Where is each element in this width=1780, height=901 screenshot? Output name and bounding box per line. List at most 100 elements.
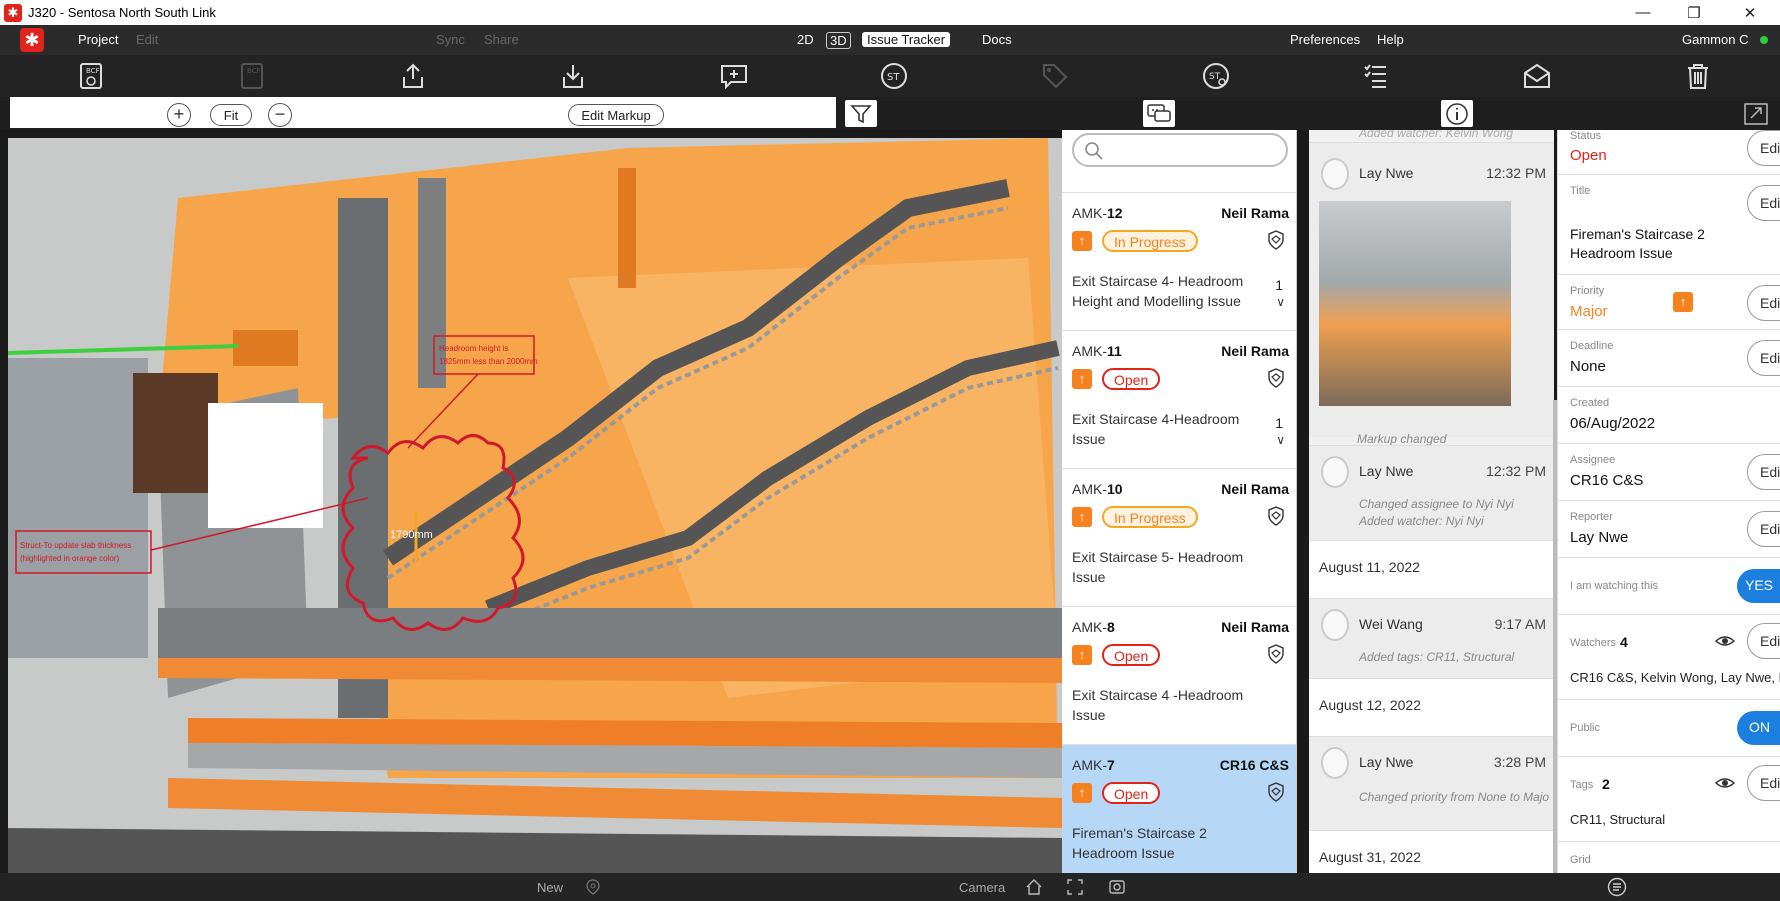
zoom-in-button[interactable]: + <box>167 103 191 127</box>
st-icon[interactable]: ST <box>879 61 909 91</box>
model-link-icon[interactable] <box>1267 230 1285 250</box>
download-icon[interactable] <box>558 61 588 91</box>
minimize-button[interactable]: — <box>1620 0 1666 25</box>
zoom-out-button[interactable]: − <box>268 103 292 127</box>
grid-label: Grid <box>1570 854 1591 866</box>
model-link-icon[interactable] <box>1267 368 1285 388</box>
checklist-icon[interactable] <box>1361 61 1391 91</box>
struct-note-line2: (highlighted in orange color) <box>20 554 120 563</box>
edit-title-button[interactable]: Edi <box>1747 185 1780 221</box>
edit-markup-button[interactable]: Edit Markup <box>568 104 664 126</box>
model-link-icon[interactable] <box>1267 644 1285 664</box>
home-icon[interactable] <box>1025 878 1043 896</box>
info-icon <box>1446 102 1468 125</box>
issue-card[interactable]: AMK-11 Neil Rama ↑ Open Exit Staircase 4-Hea… <box>1062 330 1296 468</box>
activity-date: August 31, 2022 <box>1309 830 1554 873</box>
tags-count: 2 <box>1602 776 1610 792</box>
edit-deadline-button[interactable]: Edi <box>1747 340 1780 376</box>
activity-top-note: Added watcher: Kelvin Wong <box>1359 130 1514 140</box>
issue-code: AMK-7 <box>1072 757 1115 773</box>
fit-view-icon[interactable] <box>1066 878 1084 896</box>
chevron-down-icon[interactable]: ∨ <box>1276 433 1285 447</box>
activity-author: Wei Wang <box>1359 616 1423 632</box>
3d-model-render[interactable]: Headroom height is 1825mm less than 2000… <box>8 138 1063 873</box>
chevron-down-icon[interactable]: ∨ <box>1276 295 1285 309</box>
docs-tab[interactable]: Docs <box>982 32 1012 47</box>
menu-bar: ✱ Project Edit Sync Share 2D 3D Issue Tr… <box>0 25 1780 55</box>
bcf-export-icon[interactable]: BCF <box>238 61 268 91</box>
public-toggle[interactable]: ON <box>1737 711 1780 745</box>
menu-sync[interactable]: Sync <box>436 32 465 47</box>
menu-project[interactable]: Project <box>78 32 118 47</box>
add-comment-icon[interactable] <box>719 61 749 91</box>
tags-row: Tags 2 Edi CR11, Structural <box>1558 757 1780 842</box>
camera-label: Camera <box>959 880 1006 895</box>
issue-status-badge: Open <box>1102 782 1161 804</box>
fit-button[interactable]: Fit <box>210 104 252 126</box>
issue-description: Fireman's Staircase 2 Headroom Issue <box>1072 825 1207 861</box>
watching-toggle[interactable]: YES <box>1737 569 1780 603</box>
view-controls-panel: + Fit − Edit Markup <box>10 97 836 128</box>
activity-entry: Lay Nwe 12:32 PM Markup changed <box>1309 142 1554 446</box>
issue-card[interactable]: AMK-10 Neil Rama ↑ In Progress Exit Staircas… <box>1062 468 1296 606</box>
issue-card[interactable]: AMK-8 Neil Rama ↑ Open Exit Staircase 4 -Hea… <box>1062 606 1296 744</box>
edit-reporter-button[interactable]: Edi <box>1747 511 1780 547</box>
issue-code: AMK-11 <box>1072 343 1122 359</box>
markup-thumbnail[interactable] <box>1319 201 1511 406</box>
title-row: Title Fireman's Staircase 2 Headroom Iss… <box>1558 175 1780 275</box>
edit-assignee-button[interactable]: Edi <box>1747 454 1780 490</box>
model-link-icon[interactable] <box>1267 506 1285 526</box>
issue-card[interactable]: AMK-7 CR16 C&S ↑ Open Fireman's Staircase 2 … <box>1062 744 1296 873</box>
issue-card[interactable]: AMK-12 Neil Rama ↑ In Progress Exit Staircas… <box>1062 192 1296 330</box>
watchers-count: 4 <box>1620 634 1628 650</box>
main-toolbar: BCF BCF ST ST <box>0 55 1780 97</box>
edit-watchers-button[interactable]: Edi <box>1747 623 1780 659</box>
menu-share[interactable]: Share <box>484 32 519 47</box>
user-name[interactable]: Gammon C <box>1682 32 1748 47</box>
restore-button[interactable]: ❐ <box>1671 0 1717 25</box>
comments-toggle-button[interactable] <box>1143 100 1175 127</box>
eye-icon[interactable] <box>1714 772 1736 794</box>
tag-icon[interactable] <box>1040 61 1070 91</box>
search-input[interactable] <box>1072 133 1288 167</box>
issue-list-panel: AMK-12 Neil Rama ↑ In Progress Exit Staircas… <box>1062 130 1297 873</box>
eye-icon[interactable] <box>1714 630 1736 652</box>
edit-tags-button[interactable]: Edi <box>1747 765 1780 801</box>
app-logo-icon[interactable]: ✱ <box>20 28 44 52</box>
activity-entry: Lay Nwe 3:28 PM Changed priority from No… <box>1309 736 1554 831</box>
edit-priority-button[interactable]: Edi <box>1747 285 1780 321</box>
issue-tracker-tab[interactable]: Issue Tracker <box>862 32 951 47</box>
issue-description: Exit Staircase 5- Headroom Issue <box>1072 549 1244 585</box>
activity-author: Lay Nwe <box>1359 463 1414 479</box>
st-settings-icon[interactable]: ST <box>1201 61 1231 91</box>
expand-icon[interactable] <box>1743 102 1769 126</box>
tags-label: Tags <box>1570 779 1594 791</box>
headroom-note-line2: 1825mm less than 2000mm <box>439 357 538 366</box>
screenshot-icon[interactable] <box>1108 878 1126 896</box>
mode-2d-button[interactable]: 2D <box>797 32 814 47</box>
issue-assignee: Neil Rama <box>1221 343 1289 359</box>
close-button[interactable]: ✕ <box>1727 0 1773 25</box>
bcf-sync-icon[interactable]: BCF <box>77 61 107 91</box>
menu-help[interactable]: Help <box>1377 32 1404 47</box>
menu-edit[interactable]: Edit <box>136 32 158 47</box>
info-toggle-button[interactable] <box>1441 100 1473 127</box>
deadline-row: Deadline None Edi <box>1558 330 1780 387</box>
location-pin-icon[interactable] <box>585 879 601 895</box>
delete-icon[interactable] <box>1683 61 1713 91</box>
notes-icon[interactable] <box>1607 877 1627 897</box>
new-button[interactable]: New <box>537 880 563 895</box>
activity-author: Lay Nwe <box>1359 754 1414 770</box>
edit-status-button[interactable]: Edi <box>1747 130 1780 166</box>
deadline-value: None <box>1570 358 1606 375</box>
watchers-value: CR16 C&S, Kelvin Wong, Lay Nwe, Nyi <box>1570 670 1780 685</box>
filter-button[interactable] <box>845 100 877 127</box>
upload-icon[interactable] <box>398 61 428 91</box>
menu-preferences[interactable]: Preferences <box>1290 32 1360 47</box>
issue-status-badge: In Progress <box>1102 506 1198 528</box>
3d-viewport[interactable]: Headroom height is 1825mm less than 2000… <box>8 138 1063 873</box>
mode-3d-button[interactable]: 3D <box>826 32 851 49</box>
mail-open-icon[interactable] <box>1522 61 1552 91</box>
priority-up-icon: ↑ <box>1072 507 1092 527</box>
model-link-icon[interactable] <box>1267 782 1285 802</box>
